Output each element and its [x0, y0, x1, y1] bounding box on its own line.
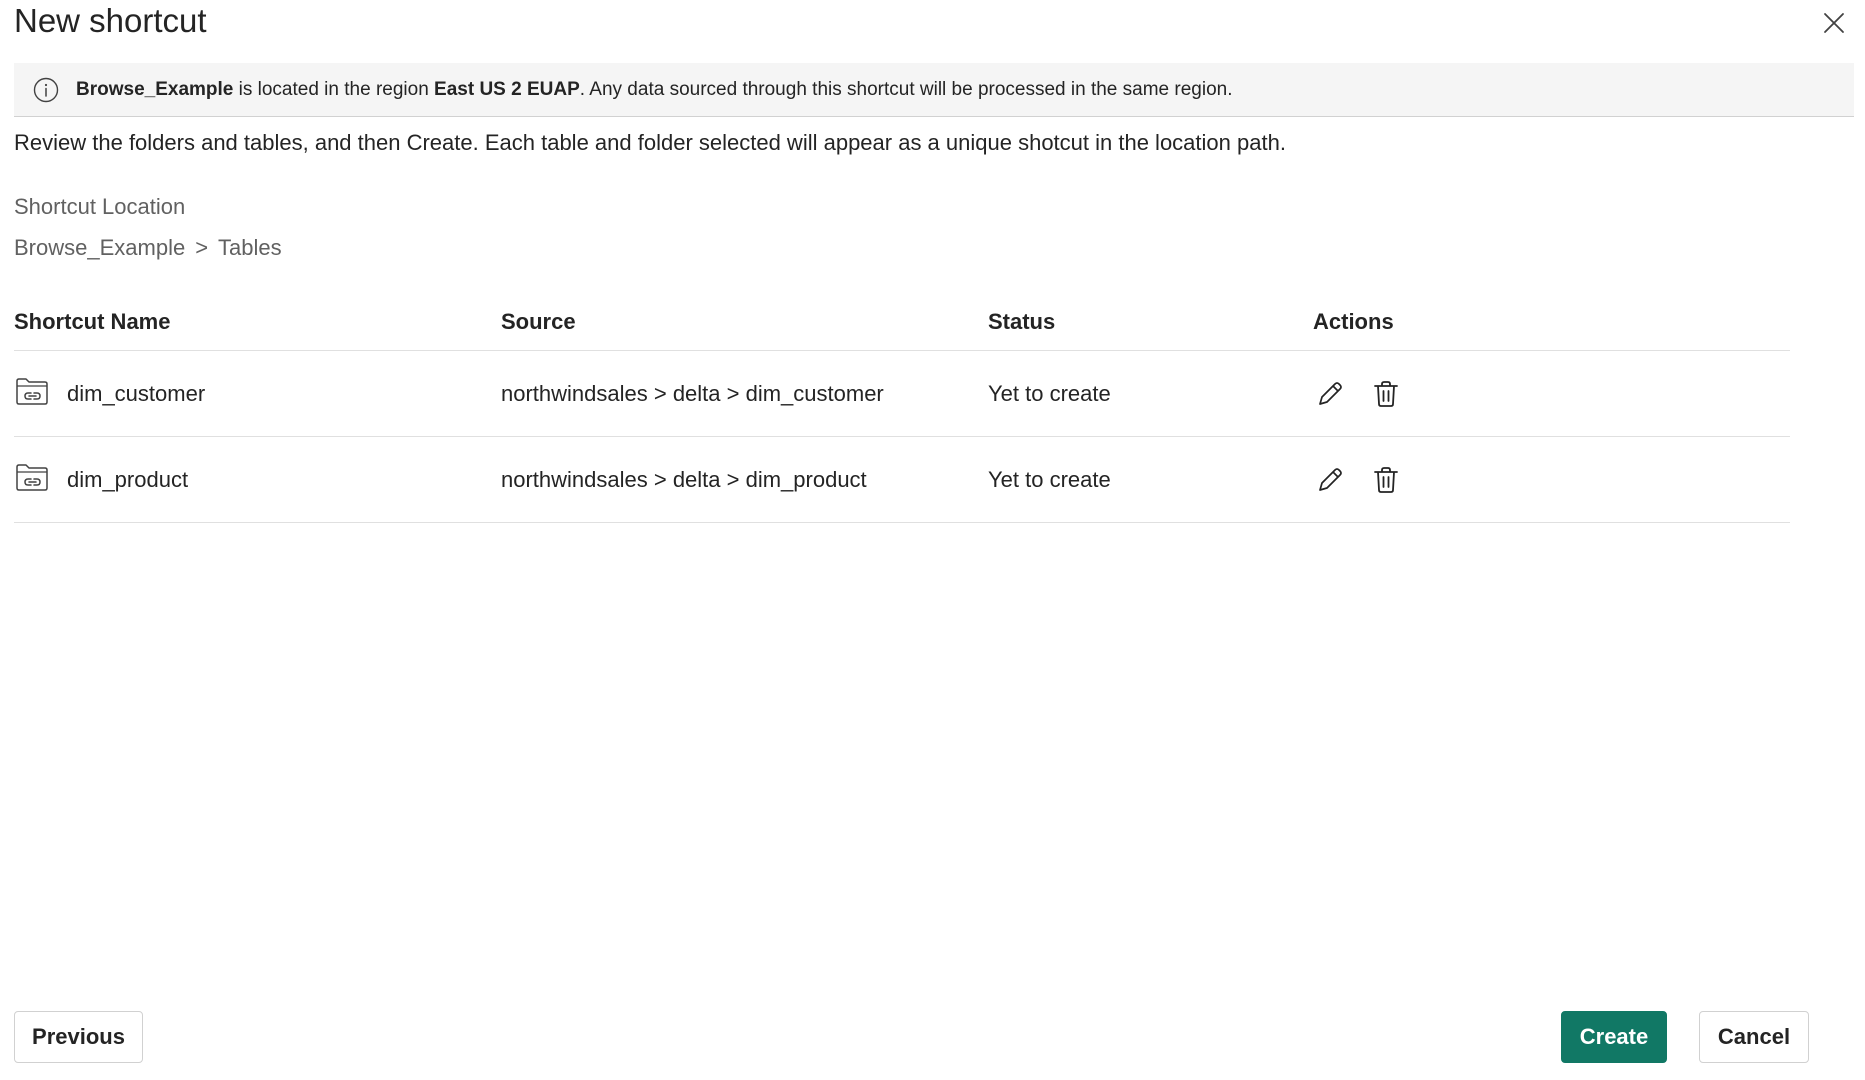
header-status: Status: [988, 309, 1056, 334]
folder-link-icon: [16, 463, 48, 491]
info-text-1: is located in the region: [233, 78, 435, 100]
breadcrumb-item-tables: Tables: [218, 235, 282, 260]
dialog-title: New shortcut: [14, 2, 207, 39]
shortcut-location-label: Shortcut Location: [14, 194, 186, 219]
dialog-description: Review the folders and tables, and then …: [14, 130, 1286, 155]
row-shortcut-name: dim_product: [67, 466, 189, 492]
row-source: northwindsales > delta > dim_product: [501, 466, 867, 492]
info-message: Browse_Example is located in the region …: [76, 79, 1232, 101]
row-shortcut-name: dim_customer: [67, 380, 206, 406]
table-row: dim_customer northwindsales > delta > di…: [14, 351, 1790, 437]
edit-button[interactable]: [1313, 463, 1347, 497]
header-source: Source: [501, 309, 576, 334]
previous-button[interactable]: Previous: [14, 1011, 143, 1063]
delete-icon: [1374, 466, 1398, 493]
new-shortcut-dialog: New shortcut Browse_Example is located i…: [0, 0, 1865, 1080]
edit-icon: [1319, 381, 1342, 405]
edit-button[interactable]: [1313, 377, 1347, 411]
breadcrumb: Browse_Example > Tables: [14, 233, 282, 263]
info-text-2: . Any data sourced through this shortcut…: [579, 78, 1233, 100]
header-actions: Actions: [1313, 309, 1394, 334]
table-header: Shortcut Name Source Status Actions: [14, 294, 1790, 351]
create-button[interactable]: Create: [1561, 1011, 1667, 1063]
info-icon: [32, 76, 60, 104]
delete-icon: [1374, 380, 1398, 407]
edit-icon: [1319, 467, 1342, 491]
cancel-button[interactable]: Cancel: [1699, 1011, 1809, 1063]
table-row: dim_product northwindsales > delta > dim…: [14, 437, 1790, 523]
info-item-name: Browse_Example: [76, 78, 234, 100]
row-status: Yet to create: [988, 466, 1111, 492]
close-icon: [1824, 13, 1844, 33]
row-source: northwindsales > delta > dim_customer: [501, 380, 884, 406]
folder-link-icon: [16, 377, 48, 405]
close-button[interactable]: [1817, 6, 1851, 40]
shortcuts-table: Shortcut Name Source Status Actions dim_…: [14, 294, 1790, 523]
delete-button[interactable]: [1369, 463, 1403, 497]
region-info-bar: Browse_Example is located in the region …: [14, 63, 1854, 117]
breadcrumb-separator: >: [195, 235, 209, 260]
row-status: Yet to create: [988, 380, 1111, 406]
delete-button[interactable]: [1369, 377, 1403, 411]
info-region: East US 2 EUAP: [434, 78, 580, 100]
header-shortcut-name: Shortcut Name: [14, 309, 171, 334]
breadcrumb-item-root: Browse_Example: [14, 235, 186, 260]
